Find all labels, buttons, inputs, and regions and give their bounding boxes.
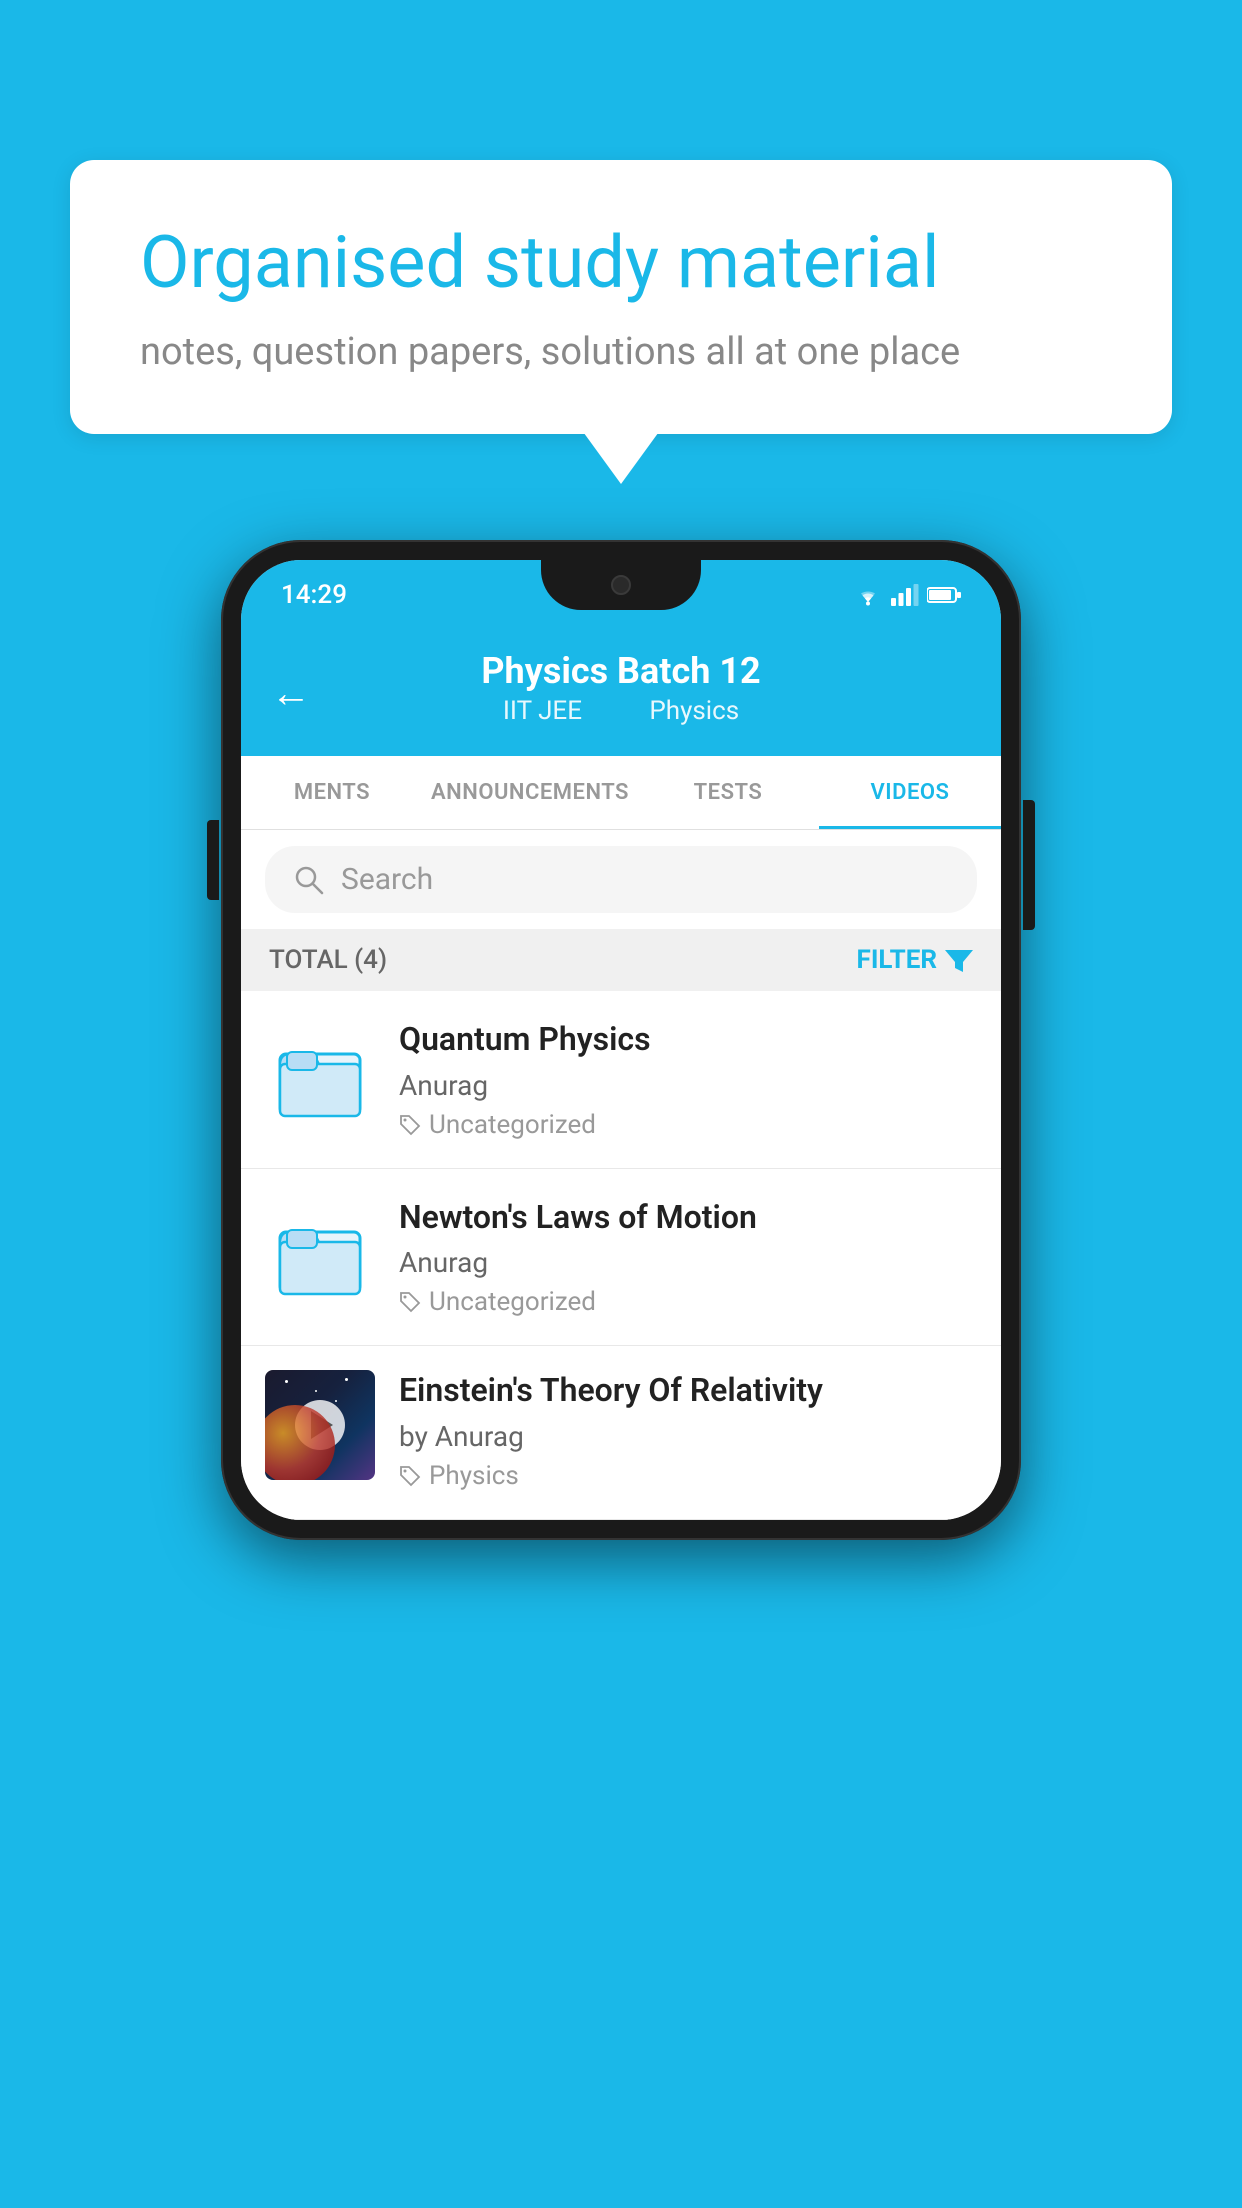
subtitle-iit: IIT JEE <box>503 696 582 726</box>
tabs: MENTS ANNOUNCEMENTS TESTS VIDEOS <box>241 756 1001 830</box>
camera-dot <box>611 575 631 595</box>
tab-videos[interactable]: VIDEOS <box>819 756 1001 829</box>
search-icon <box>293 864 325 896</box>
notch <box>541 560 701 610</box>
phone-outer: 14:29 <box>221 540 1021 1540</box>
total-count: TOTAL (4) <box>269 945 387 975</box>
phone-wrapper: 14:29 <box>221 540 1021 1540</box>
video-author-2: Anurag <box>399 1246 977 1279</box>
bubble-subtitle: notes, question papers, solutions all at… <box>140 330 1102 374</box>
search-container: Search <box>241 830 1001 929</box>
list-item[interactable]: Einstein's Theory Of Relativity by Anura… <box>241 1346 1001 1520</box>
header-subtitle: IIT JEE Physics <box>271 696 971 726</box>
filter-label: FILTER <box>857 945 937 975</box>
header-title: Physics Batch 12 <box>271 650 971 692</box>
folder-icon <box>275 1212 365 1302</box>
video-info-3: Einstein's Theory Of Relativity by Anura… <box>399 1370 977 1491</box>
search-input-placeholder[interactable]: Search <box>341 862 433 897</box>
video-category-2: Uncategorized <box>399 1287 977 1317</box>
video-thumbnail-3 <box>265 1370 375 1480</box>
video-title-3: Einstein's Theory Of Relativity <box>399 1370 977 1412</box>
wifi-icon <box>853 584 883 606</box>
folder-icon <box>275 1034 365 1124</box>
video-info-1: Quantum Physics Anurag Uncategorized <box>399 1019 977 1140</box>
filter-icon <box>945 946 973 974</box>
subtitle-separator <box>612 696 625 726</box>
video-author-1: Anurag <box>399 1069 977 1102</box>
list-item[interactable]: Quantum Physics Anurag Uncategorized <box>241 991 1001 1169</box>
phone-screen: 14:29 <box>241 560 1001 1520</box>
tab-tests[interactable]: TESTS <box>637 756 819 829</box>
video-title-1: Quantum Physics <box>399 1019 977 1061</box>
search-bar[interactable]: Search <box>265 846 977 913</box>
category-text-1: Uncategorized <box>429 1110 596 1140</box>
category-text-3: Physics <box>429 1461 519 1491</box>
tag-icon <box>399 1291 421 1313</box>
speech-bubble-container: Organised study material notes, question… <box>70 160 1172 434</box>
status-bar: 14:29 <box>241 560 1001 630</box>
category-text-2: Uncategorized <box>429 1287 596 1317</box>
video-thumbnail-1 <box>265 1024 375 1134</box>
bubble-title: Organised study material <box>140 220 1102 306</box>
status-icons <box>853 584 961 606</box>
video-info-2: Newton's Laws of Motion Anurag Uncategor… <box>399 1197 977 1318</box>
video-list: Quantum Physics Anurag Uncategorized <box>241 991 1001 1520</box>
speech-bubble: Organised study material notes, question… <box>70 160 1172 434</box>
video-author-3: by Anurag <box>399 1420 977 1453</box>
battery-icon <box>927 586 961 604</box>
subtitle-physics: Physics <box>649 696 739 726</box>
tag-icon <box>399 1465 421 1487</box>
signal-icon <box>891 584 919 606</box>
status-time: 14:29 <box>281 580 347 610</box>
tab-announcements[interactable]: ANNOUNCEMENTS <box>423 756 637 829</box>
list-item[interactable]: Newton's Laws of Motion Anurag Uncategor… <box>241 1169 1001 1347</box>
video-title-2: Newton's Laws of Motion <box>399 1197 977 1239</box>
filter-row: TOTAL (4) FILTER <box>241 929 1001 991</box>
app-header: ← Physics Batch 12 IIT JEE Physics <box>241 630 1001 756</box>
filter-button[interactable]: FILTER <box>857 945 973 975</box>
tag-icon <box>399 1114 421 1136</box>
video-category-1: Uncategorized <box>399 1110 977 1140</box>
tab-ments[interactable]: MENTS <box>241 756 423 829</box>
video-thumbnail-2 <box>265 1202 375 1312</box>
video-category-3: Physics <box>399 1461 977 1491</box>
back-button[interactable]: ← <box>271 670 311 717</box>
